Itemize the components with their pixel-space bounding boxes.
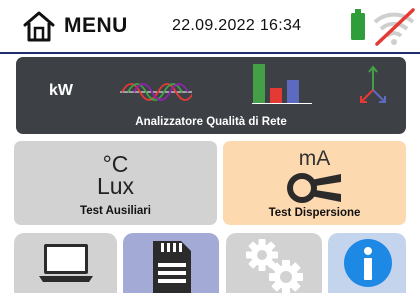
settings-button[interactable]	[226, 233, 322, 294]
info-button[interactable]	[328, 233, 406, 293]
leakage-test-label: Test Dispersione	[268, 207, 361, 219]
sine-wave-icon	[120, 77, 195, 112]
page-title: MENU	[64, 14, 128, 37]
power-quality-analyzer-button[interactable]: kW Analizzatore Qualità di Rete	[16, 57, 406, 134]
clamp-meter-icon	[285, 171, 345, 210]
aux-test-label: Test Ausiliari	[80, 205, 151, 217]
ma-unit-label: mA	[298, 147, 331, 170]
home-icon[interactable]	[22, 9, 56, 48]
battery-icon	[350, 9, 366, 46]
laptop-icon	[38, 242, 94, 291]
pc-connection-button[interactable]	[14, 233, 117, 293]
leakage-test-button[interactable]: mA Test Dispersione	[223, 141, 406, 225]
wifi-off-icon	[371, 6, 417, 51]
analyzer-label: Analizzatore Qualità di Rete	[135, 116, 287, 128]
date-time: 22.09.2022 16:34	[172, 17, 302, 34]
vector-diagram-icon	[358, 64, 388, 111]
memory-button[interactable]	[123, 233, 219, 293]
memory-card-icon	[149, 239, 193, 298]
aux-test-button[interactable]: °C Lux Test Ausiliari	[14, 141, 217, 225]
bar-chart-icon	[252, 62, 312, 109]
top-bar: MENU 22.09.2022 16:34	[0, 0, 420, 54]
kw-unit-label: kW	[49, 82, 73, 99]
info-icon	[343, 238, 393, 293]
lux-unit-label: Lux	[96, 173, 135, 199]
